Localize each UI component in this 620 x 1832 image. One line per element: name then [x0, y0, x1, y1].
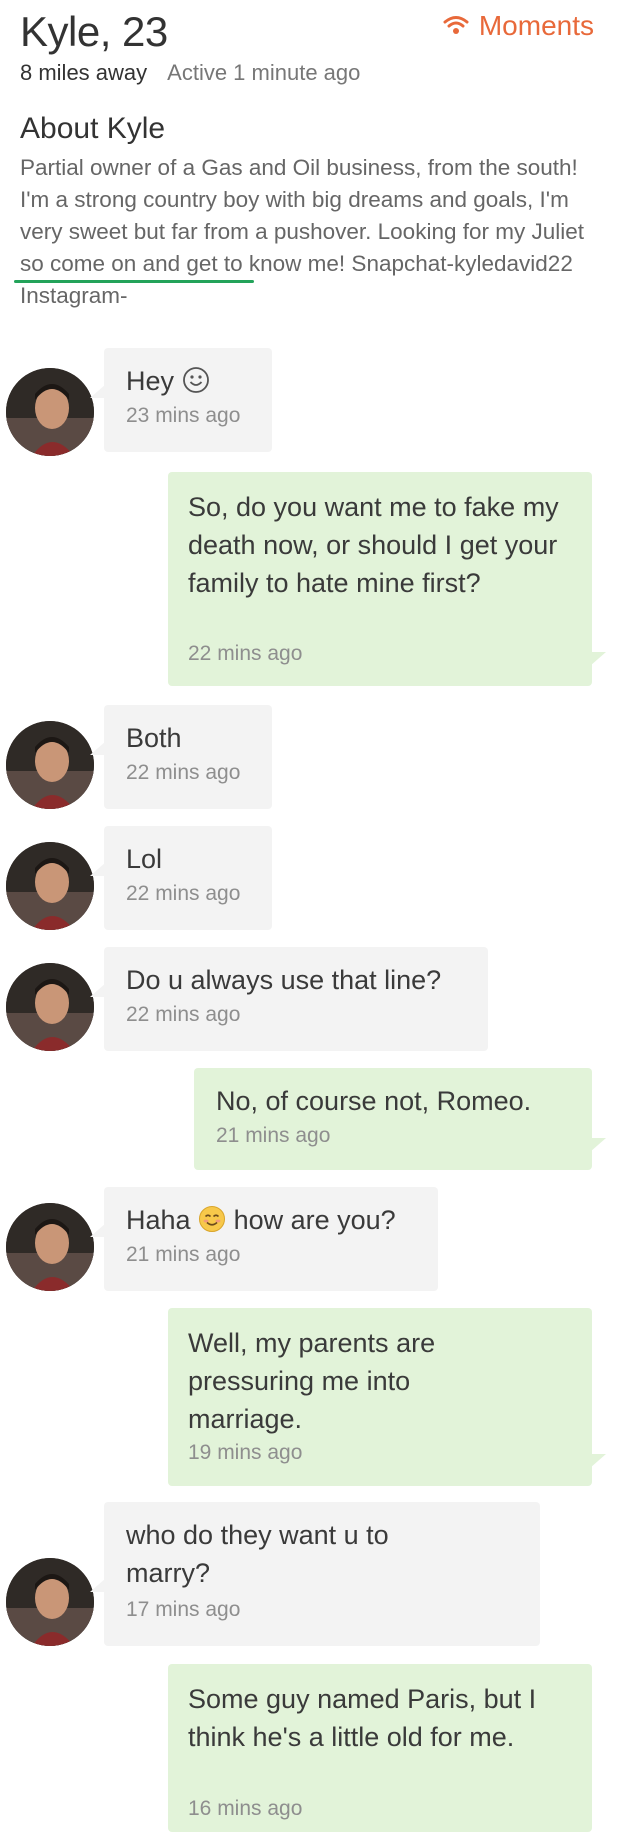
message-time: 22 mins ago	[126, 1003, 241, 1026]
message-bubble-incoming[interactable]: Do u always use that line? 22 mins ago	[90, 947, 488, 1051]
message-row: Haha how are you? 21 mins ago	[0, 1187, 620, 1297]
avatar[interactable]	[6, 963, 94, 1051]
distance-text: 8 miles away	[20, 60, 148, 85]
message-time: 22 mins ago	[188, 642, 303, 665]
message-bubble-incoming[interactable]: Lol 22 mins ago	[90, 826, 272, 930]
message-row: No, of course not, Romeo. 21 mins ago	[0, 1068, 620, 1178]
profile-meta: 8 miles away Active 1 minute ago	[20, 60, 360, 86]
avatar[interactable]	[6, 1203, 94, 1291]
message-text: Lol	[126, 844, 163, 874]
message-row: Lol 22 mins ago	[0, 826, 620, 936]
message-text: Well, my parents are pressuring me into …	[188, 1328, 436, 1434]
message-text: Do u always use that line?	[126, 965, 442, 995]
smile-emoji-icon	[182, 367, 209, 393]
message-text: So, do you want me to fake my death now,…	[188, 492, 559, 598]
message-text: Haha how are you?	[126, 1205, 396, 1235]
message-row: Hey 23 mins ago	[0, 348, 620, 458]
message-bubble-incoming[interactable]: Hey 23 mins ago	[90, 348, 272, 452]
blush-emoji-icon	[199, 1206, 226, 1232]
message-bubble-outgoing[interactable]: No, of course not, Romeo. 21 mins ago	[194, 1068, 606, 1170]
avatar[interactable]	[6, 1558, 94, 1646]
message-bubble-incoming[interactable]: Both 22 mins ago	[90, 705, 272, 809]
message-time: 21 mins ago	[126, 1243, 241, 1266]
message-row: So, do you want me to fake my death now,…	[0, 472, 620, 694]
about-title: About Kyle	[20, 112, 166, 145]
moments-label: Moments	[478, 10, 594, 41]
message-time: 22 mins ago	[126, 882, 241, 905]
message-time: 21 mins ago	[216, 1124, 331, 1147]
message-text: No, of course not, Romeo.	[216, 1086, 532, 1116]
message-text: who do they want u to marry?	[126, 1520, 389, 1588]
wifi-signal-icon	[443, 10, 469, 42]
profile-bio: Partial owner of a Gas and Oil business,…	[20, 155, 585, 308]
message-time: 17 mins ago	[126, 1598, 241, 1621]
moments-button[interactable]: Moments	[443, 10, 594, 42]
profile-header: Kyle, 23 Moments 8 miles away Active 1 m…	[0, 0, 620, 330]
message-time: 22 mins ago	[126, 761, 241, 784]
message-bubble-outgoing[interactable]: Some guy named Paris, but I think he's a…	[168, 1664, 592, 1832]
highlight-underline	[14, 280, 254, 283]
message-time: 16 mins ago	[188, 1797, 303, 1820]
message-row: Well, my parents are pressuring me into …	[0, 1308, 620, 1488]
message-time: 23 mins ago	[126, 404, 241, 427]
message-bubble-incoming[interactable]: Haha how are you? 21 mins ago	[90, 1187, 438, 1291]
message-row: Do u always use that line? 22 mins ago	[0, 947, 620, 1057]
message-row: Some guy named Paris, but I think he's a…	[0, 1664, 620, 1832]
message-text: Both	[126, 723, 182, 753]
profile-name-age: Kyle, 23	[20, 8, 168, 55]
avatar[interactable]	[6, 368, 94, 456]
message-row: Both 22 mins ago	[0, 705, 620, 815]
message-row: who do they want u to marry? 17 mins ago	[0, 1502, 620, 1652]
message-bubble-outgoing[interactable]: Well, my parents are pressuring me into …	[168, 1308, 606, 1486]
active-status: Active 1 minute ago	[167, 60, 361, 85]
avatar[interactable]	[6, 721, 94, 809]
message-time: 19 mins ago	[188, 1441, 303, 1464]
message-bubble-outgoing[interactable]: So, do you want me to fake my death now,…	[168, 472, 606, 686]
message-text: Some guy named Paris, but I think he's a…	[188, 1684, 537, 1752]
message-text: Hey	[126, 362, 210, 400]
message-bubble-incoming[interactable]: who do they want u to marry? 17 mins ago	[90, 1502, 540, 1646]
avatar[interactable]	[6, 842, 94, 930]
